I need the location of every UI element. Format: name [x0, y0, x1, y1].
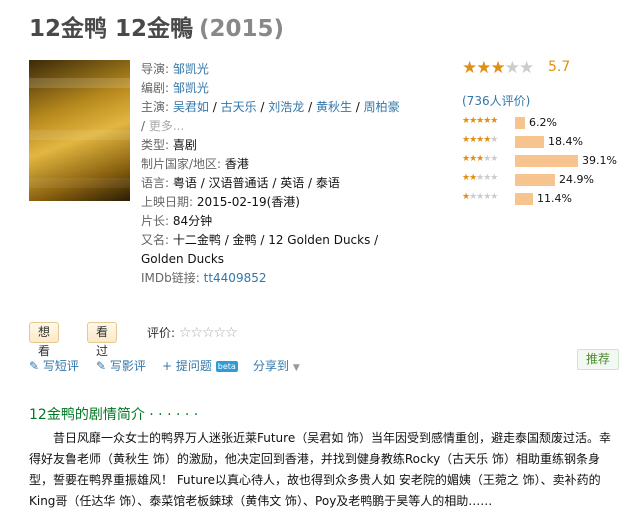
summary-text: 昔日风靡一众女士的鸭界万人迷张近莱Future（吴君如 饰）当年因受到感情重创，… [29, 431, 612, 508]
movie-name: 12金鸭 12金鴨 [29, 16, 194, 42]
share-link[interactable]: 分享到 [253, 359, 289, 373]
movie-year: (2015) [199, 16, 285, 42]
cast-link[interactable]: 古天乐 [221, 100, 257, 114]
rating-stars-icon: ★★★★★ [462, 58, 534, 78]
rating-score: 5.7 [548, 59, 571, 75]
review-link[interactable]: 写影评 [110, 359, 146, 373]
writer-link[interactable]: 邹凯光 [173, 81, 209, 95]
cast-link[interactable]: 吴君如 [173, 100, 209, 114]
rating-bar [515, 155, 578, 167]
my-rating: 评价: ☆☆☆☆☆ [147, 324, 238, 341]
imdb-link[interactable]: tt4409852 [204, 271, 267, 285]
chevron-down-icon[interactable]: ▼ [293, 363, 300, 373]
language-label: 语言: [141, 176, 170, 190]
row-stars-icon: ★★★★★ [462, 116, 498, 126]
rating-bar [515, 174, 555, 186]
rating-bar [515, 193, 533, 205]
row-stars-icon: ★★★★★ [462, 173, 498, 183]
pencil-icon: ✎ [96, 359, 107, 373]
my-rating-label: 评价: [147, 326, 176, 340]
director-link[interactable]: 邹凯光 [173, 62, 209, 76]
more-cast-link[interactable]: 更多... [149, 119, 184, 133]
aka-label: 又名: [141, 233, 170, 247]
genre-value: 喜剧 [172, 138, 197, 152]
beta-badge: beta [215, 361, 238, 372]
short-review-link[interactable]: 写短评 [43, 359, 79, 373]
writer-label: 编剧: [141, 81, 170, 95]
aka-value: 十二金鸭 / 金鸭 / 12 Golden Ducks / Golden Duc… [141, 233, 379, 266]
votes-link[interactable]: (736人评价) [462, 92, 530, 109]
page-title: 12金鸭 12金鴨 (2015) [29, 9, 284, 43]
rating-percent: 39.1% [582, 154, 617, 167]
runtime-value: 84分钟 [172, 214, 213, 228]
rating-input-stars-icon[interactable]: ☆☆☆☆☆ [179, 325, 238, 341]
cast-link[interactable]: 刘浩龙 [268, 100, 304, 114]
country-label: 制片国家/地区: [141, 157, 222, 171]
row-stars-icon: ★★★★★ [462, 135, 498, 145]
release-value: 2015-02-19(香港) [196, 195, 300, 209]
movie-info: 导演: 邹凯光 编剧: 邹凯光 主演: 吴君如 / 古天乐 / 刘浩龙 / 黄秋… [141, 62, 400, 285]
row-stars-icon: ★★★★★ [462, 154, 498, 164]
rating-percent: 18.4% [548, 135, 583, 148]
rating-panel: ★★★★★ 5.7 (736人评价) ★★★★★ 6.2% ★★★★★ 18.4% ★★… [462, 58, 632, 205]
rating-bar [515, 117, 525, 129]
pencil-icon: ✎ [29, 359, 40, 373]
cast-label: 主演: [141, 100, 170, 114]
language-value: 粤语 / 汉语普通话 / 英语 / 泰语 [172, 176, 340, 190]
recommend-button[interactable]: 推荐 [577, 349, 619, 370]
summary-title: 12金鸭的剧情简介 · · · · · · [29, 407, 199, 423]
director-label: 导演: [141, 62, 170, 76]
ask-question-link[interactable]: 提问题 [176, 359, 212, 373]
release-label: 上映日期: [141, 195, 194, 209]
imdb-label: IMDb链接: [141, 271, 200, 285]
want-button[interactable]: 想看 [29, 322, 60, 358]
runtime-label: 片长: [141, 214, 170, 228]
plus-icon: + [162, 359, 173, 373]
rating-percent: 11.4% [537, 192, 572, 205]
rating-bar [515, 136, 544, 148]
cast-link[interactable]: 黄秋生 [316, 100, 352, 114]
movie-poster[interactable] [29, 60, 130, 201]
rating-percent: 24.9% [559, 173, 594, 186]
seen-button[interactable]: 看过 [87, 322, 118, 358]
cast-link[interactable]: 周柏豪 [364, 100, 400, 114]
rating-percent: 6.2% [529, 116, 557, 129]
genre-label: 类型: [141, 138, 170, 152]
country-value: 香港 [224, 157, 249, 171]
row-stars-icon: ★★★★★ [462, 192, 498, 202]
